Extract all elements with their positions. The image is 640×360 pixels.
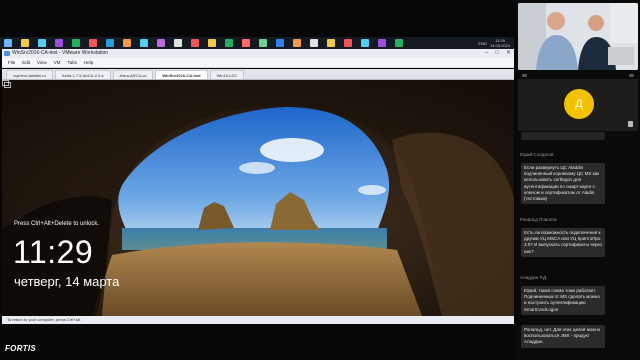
app-icon-5[interactable]	[89, 39, 97, 47]
app-icon-15[interactable]	[259, 39, 267, 47]
chat-author: Юрий Солдатов	[520, 152, 554, 157]
vm-display[interactable]: Press Ctrl+Alt+Delete to unlock. 11:29 ч…	[2, 80, 514, 316]
app-icon-8[interactable]	[140, 39, 148, 47]
app-icon-19[interactable]	[327, 39, 335, 47]
meeting-screen: ENG 11:29 14.03.2024 WinSrv2016-CA-test …	[0, 0, 640, 360]
menu-item-vm[interactable]: VM	[54, 60, 61, 65]
camera-icon[interactable]	[522, 73, 527, 77]
maximize-icon[interactable]: □	[495, 49, 499, 58]
close-icon[interactable]: ✕	[506, 49, 511, 58]
vm-tab[interactable]: vsphere.aladdin.ru	[6, 70, 53, 79]
app-icon-14[interactable]	[242, 39, 250, 47]
chat-message-truncated	[521, 132, 605, 140]
menu-item-edit[interactable]: Edit	[22, 60, 30, 65]
app-icon-10[interactable]	[174, 39, 182, 47]
app-icon-18[interactable]	[310, 39, 318, 47]
app-icon-6[interactable]	[106, 39, 114, 47]
chat-message: Есть ли возможность подключения к другим…	[521, 228, 605, 257]
mic-muted-icon	[628, 121, 633, 127]
vmware-tab-strip: vsphere.aladdin.ru Astra-1.7.5-AeCA-2.4 a…	[2, 69, 514, 80]
video-toolbar	[518, 72, 638, 78]
chat-message: Рональд, нет. Для этих целей можно воспо…	[521, 325, 605, 348]
layout-icon[interactable]	[629, 73, 634, 77]
menu-item-file[interactable]: File	[8, 60, 15, 65]
menu-item-tabs[interactable]: Tabs	[67, 60, 77, 65]
taskbar-icons	[0, 39, 403, 47]
vm-tab[interactable]: Astra-AECA-cs	[112, 70, 154, 79]
chat-panel: Юрий Солдатов Если развернуть ЦС Aladdin…	[518, 132, 638, 360]
vm-tab[interactable]: WinSrv2016-CA-test	[155, 70, 208, 79]
window-title: WinSrv2016-CA-test - VMware Workstation	[12, 50, 109, 56]
window-controls: – □ ✕	[485, 49, 511, 58]
app-icon-17[interactable]	[293, 39, 301, 47]
app-icon-11[interactable]	[191, 39, 199, 47]
app-icon-23[interactable]	[395, 39, 403, 47]
vmware-status-bar: To return to your computer, press Ctrl+A…	[2, 316, 514, 324]
host-taskbar: ENG 11:29 14.03.2024	[0, 37, 514, 49]
vm-tab[interactable]: Win10-LDC	[209, 70, 245, 79]
speaker-video[interactable]	[518, 3, 638, 70]
chat-author: Аладдин Р.Д.	[520, 275, 548, 280]
minimize-icon[interactable]: –	[485, 49, 488, 58]
participant-avatar: Д	[564, 89, 594, 119]
clock-date: 14.03.2024	[489, 43, 510, 48]
app-icon-9[interactable]	[157, 39, 165, 47]
app-icon-7[interactable]	[123, 39, 131, 47]
app-icon-4[interactable]	[72, 39, 80, 47]
files-icon[interactable]	[21, 39, 29, 47]
vm-tab[interactable]: Astra-1.7.5-AeCA-2.4 a	[54, 70, 111, 79]
app-icon-22[interactable]	[378, 39, 386, 47]
lock-clock: 11:29	[13, 234, 94, 270]
vmware-title-bar: WinSrv2016-CA-test - VMware Workstation …	[2, 49, 514, 58]
app-icon-2[interactable]	[38, 39, 46, 47]
speakers-video-frame	[518, 3, 638, 70]
chat-message: Юрий, такая схема тоже работает. Подчине…	[521, 286, 605, 315]
app-icon-3[interactable]	[55, 39, 63, 47]
vmware-menu-bar: File Edit View VM Tabs Help	[2, 58, 514, 68]
lock-date: четверг, 14 марта	[14, 274, 120, 289]
language-indicator[interactable]: ENG	[478, 41, 487, 46]
brand-logo: FORTIS	[5, 344, 36, 353]
participant-tile[interactable]: Д	[518, 79, 638, 131]
side-panel: Д Юрий Солдатов Если развернуть ЦС Aladd…	[516, 0, 640, 360]
app-icon-20[interactable]	[344, 39, 352, 47]
vmware-logo-icon	[4, 51, 10, 56]
menu-item-help[interactable]: Help	[84, 60, 93, 65]
app-icon-12[interactable]	[208, 39, 216, 47]
app-icon-13[interactable]	[225, 39, 233, 47]
menu-item-view[interactable]: View	[37, 60, 47, 65]
system-tray: ENG 11:29 14.03.2024	[478, 37, 510, 49]
app-icon-21[interactable]	[361, 39, 369, 47]
chat-message: Если развернуть ЦС Aladdin подчиненный к…	[521, 163, 605, 205]
chat-author: Рональд Поволяк	[520, 217, 557, 222]
lock-hint-text: Press Ctrl+Alt+Delete to unlock.	[14, 221, 100, 227]
taskbar-clock[interactable]: 11:29 14.03.2024	[490, 38, 510, 48]
app-icon-16[interactable]	[276, 39, 284, 47]
network-icon[interactable]	[2, 80, 11, 89]
start-icon[interactable]	[4, 39, 12, 47]
